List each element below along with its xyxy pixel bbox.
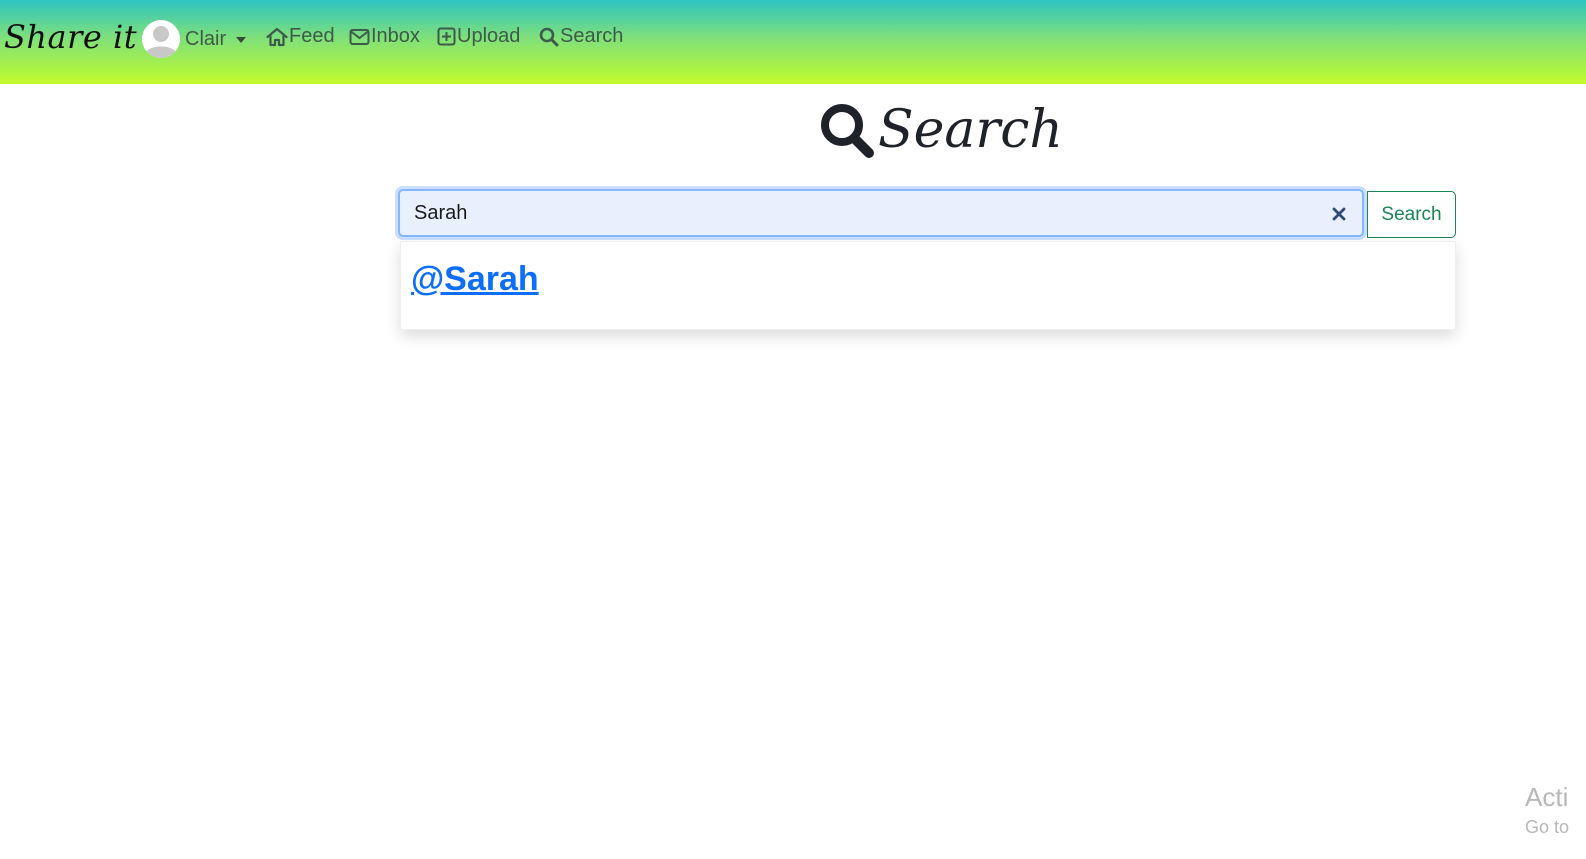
nav-search-label: Search bbox=[560, 25, 624, 47]
home-icon bbox=[266, 27, 288, 46]
navbar: Share it Clair Feed Inbox Upload Search bbox=[0, 0, 1586, 84]
user-name: Clair bbox=[185, 27, 227, 50]
search-icon bbox=[539, 27, 559, 46]
nav-search[interactable]: Search bbox=[539, 25, 623, 48]
page-title-text: Search bbox=[878, 100, 1063, 160]
nav-feed-label: Feed bbox=[289, 25, 335, 47]
avatar bbox=[142, 20, 180, 58]
nav-upload-label: Upload bbox=[457, 25, 521, 47]
nav-inbox[interactable]: Inbox bbox=[349, 25, 420, 48]
envelope-icon bbox=[349, 28, 370, 45]
search-input[interactable] bbox=[414, 191, 1314, 235]
watermark-line2: Go to bbox=[1525, 817, 1570, 837]
watermark-line1: Acti bbox=[1525, 782, 1569, 812]
nav-inbox-label: Inbox bbox=[371, 25, 420, 47]
clear-search-button[interactable] bbox=[1328, 203, 1350, 225]
search-input-wrapper bbox=[398, 189, 1364, 237]
nav-feed[interactable]: Feed bbox=[266, 25, 335, 48]
close-icon bbox=[1332, 207, 1346, 221]
brand-logo[interactable]: Share it bbox=[4, 18, 137, 56]
nav-upload[interactable]: Upload bbox=[437, 25, 520, 48]
plus-square-icon bbox=[437, 27, 456, 46]
windows-activation-watermark: Acti Go to bbox=[1525, 782, 1569, 840]
caret-down-icon bbox=[236, 37, 247, 43]
search-result-link[interactable]: @Sarah bbox=[411, 260, 539, 299]
default-avatar-icon bbox=[142, 20, 180, 58]
user-menu-dropdown[interactable]: Clair bbox=[142, 20, 247, 58]
search-results-dropdown: @Sarah bbox=[400, 241, 1456, 330]
page-title: Search bbox=[818, 100, 1063, 160]
search-button[interactable]: Search bbox=[1367, 191, 1456, 238]
magnifier-icon bbox=[821, 104, 874, 158]
